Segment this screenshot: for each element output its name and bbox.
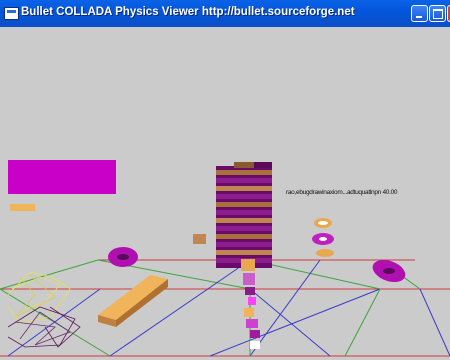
block-tower bbox=[216, 162, 272, 268]
app-window-icon[interactable] bbox=[4, 7, 19, 20]
small-orange-box bbox=[193, 234, 206, 244]
magenta-box bbox=[8, 160, 116, 194]
orange-slab bbox=[98, 275, 168, 327]
physics-viewport[interactable]: rao,ebugdrawinaxiom...adtuquatlnpn 40.00 bbox=[0, 27, 450, 360]
minimize-button[interactable] bbox=[411, 5, 428, 22]
small-orange-slab bbox=[10, 204, 35, 211]
title-bar[interactable]: Bullet COLLADA Physics Viewer http://bul… bbox=[0, 0, 450, 28]
app-window: Bullet COLLADA Physics Viewer http://bul… bbox=[0, 0, 450, 360]
maximize-button[interactable] bbox=[429, 5, 446, 22]
wireframe-mesh bbox=[7, 271, 81, 348]
hud-text: rao,ebugdrawinaxiom...adtuquatlnpn 40.00 bbox=[286, 189, 398, 196]
window-title: Bullet COLLADA Physics Viewer http://bul… bbox=[21, 6, 355, 18]
falling-blocks bbox=[241, 259, 260, 349]
